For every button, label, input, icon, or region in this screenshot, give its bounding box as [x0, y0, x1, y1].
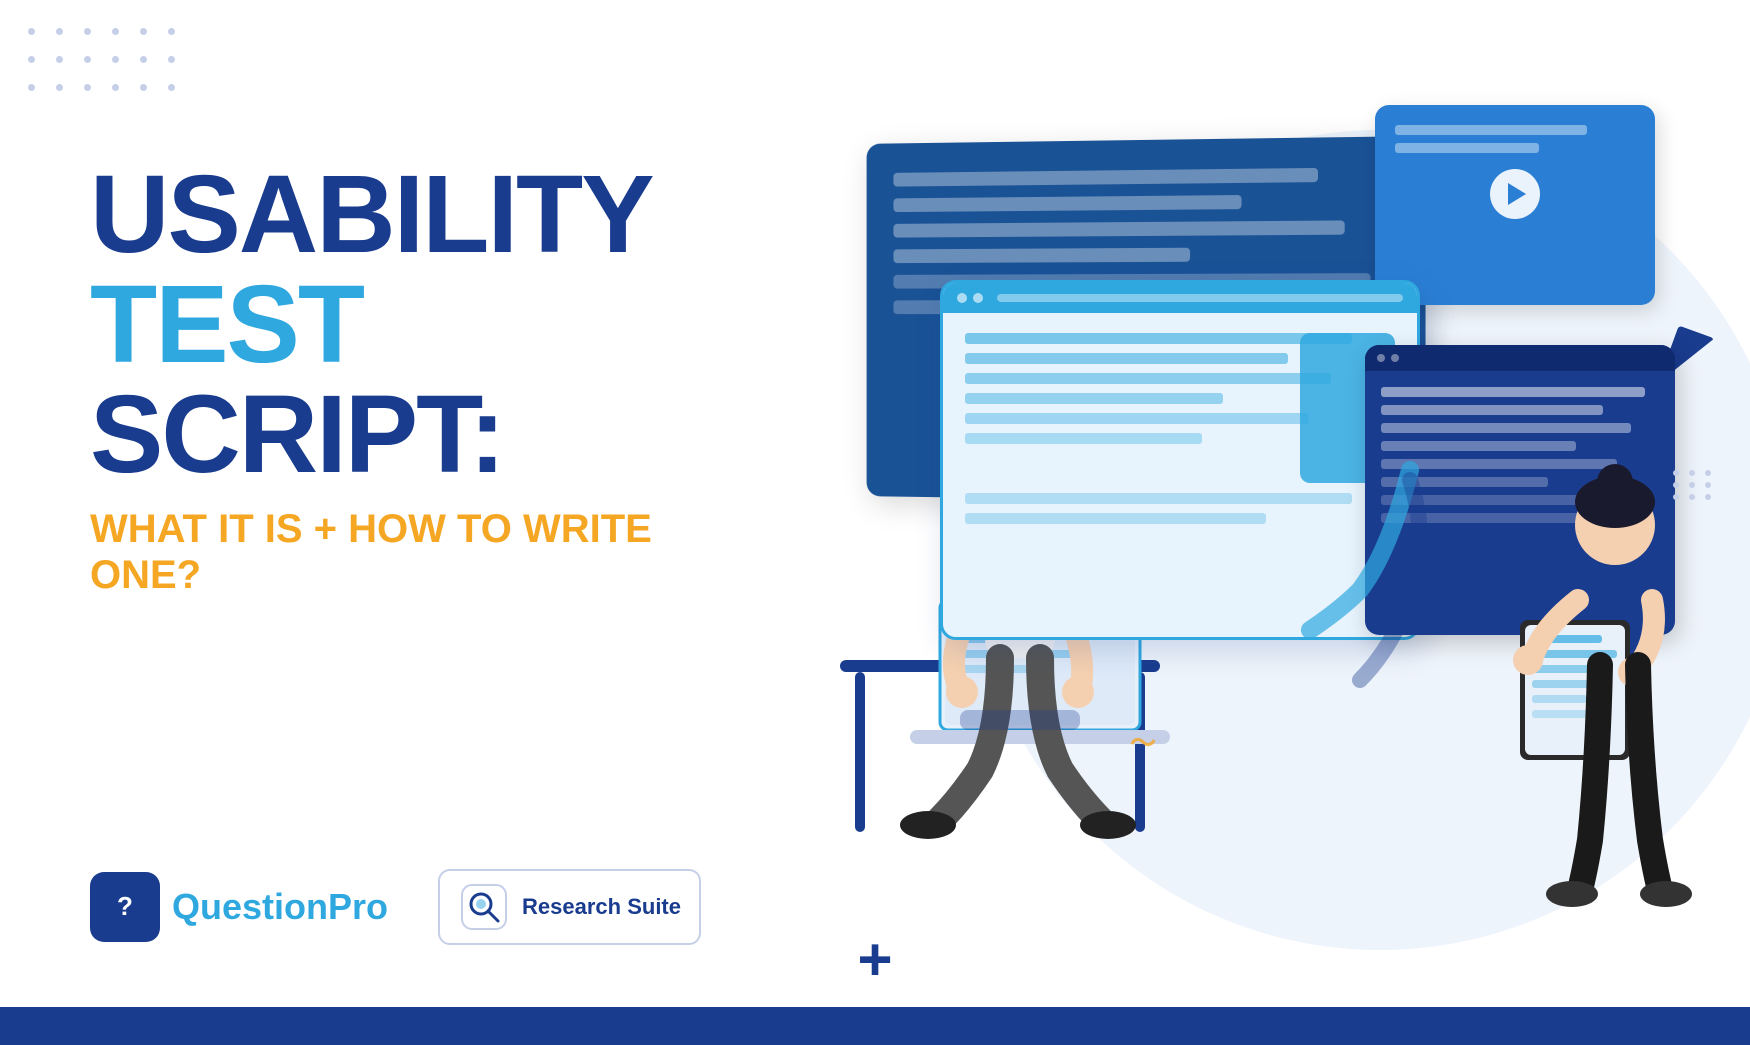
- bottom-bar: [0, 1007, 1750, 1045]
- wave-decoration: ～: [1130, 723, 1156, 760]
- questionpro-text: QuestionPro: [172, 886, 388, 928]
- screen-main: [940, 280, 1420, 640]
- left-text-section: USABILITY TEST SCRIPT: WHAT IT IS + HOW …: [90, 160, 670, 598]
- research-suite-text: Research Suite: [522, 894, 681, 920]
- questionpro-icon: ?: [90, 872, 160, 942]
- heading-line1: USABILITY: [90, 160, 670, 270]
- play-button: [1490, 169, 1540, 219]
- logos-section: ? QuestionPro Research Suite: [90, 869, 701, 945]
- person-standing-illustration: [1460, 460, 1700, 910]
- research-suite-logo[interactable]: Research Suite: [438, 869, 701, 945]
- heading-line3: SCRIPT:: [90, 380, 670, 490]
- heading-subtitle: WHAT IT IS + HOW TO WRITE ONE?: [90, 506, 670, 598]
- deco-dots: [1673, 470, 1715, 500]
- questionpro-logo[interactable]: ? QuestionPro: [90, 872, 388, 942]
- page-container: USABILITY TEST SCRIPT: WHAT IT IS + HOW …: [0, 0, 1750, 1045]
- research-suite-icon: [458, 881, 510, 933]
- heading-line2: TEST: [90, 270, 670, 380]
- illustration-wrapper: × × c: [770, 50, 1730, 990]
- svg-text:?: ?: [117, 891, 133, 921]
- dot-grid-decoration: [28, 28, 186, 102]
